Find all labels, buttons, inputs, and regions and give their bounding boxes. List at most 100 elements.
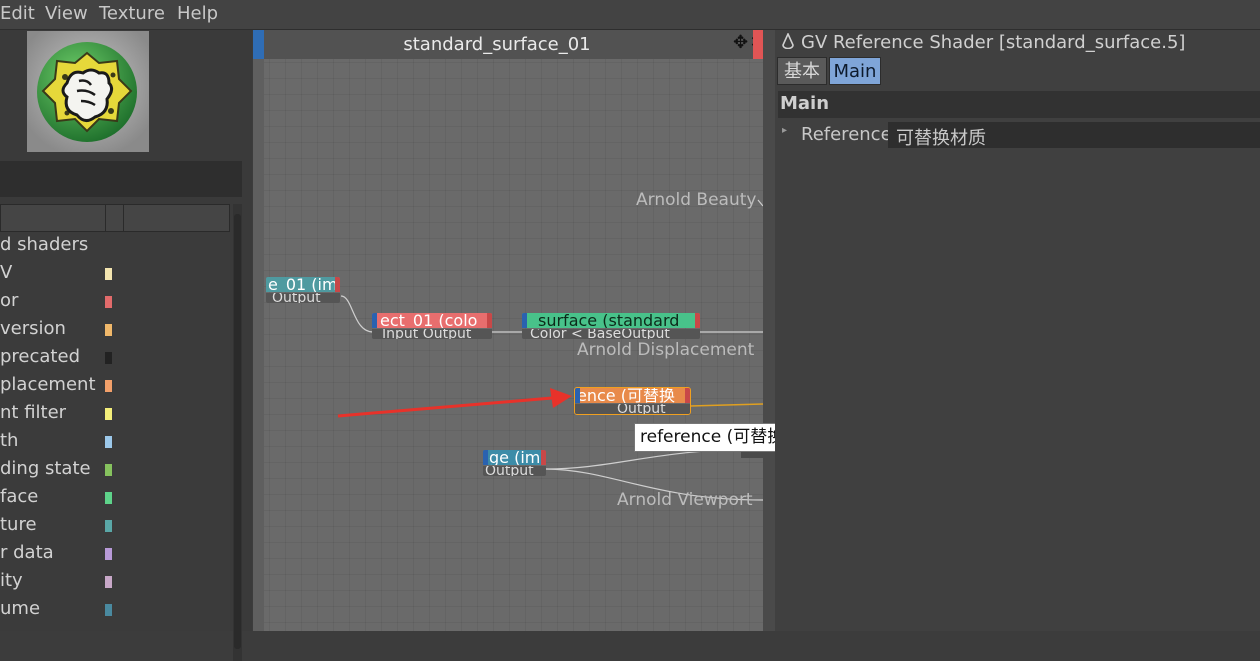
category-color-swatch — [105, 436, 112, 448]
filter-bar[interactable] — [0, 161, 242, 197]
node-port-label: Output — [266, 293, 340, 303]
shader-category-item[interactable]: d shaders — [0, 232, 230, 260]
list-header — [0, 204, 230, 232]
reference-label: Reference — [801, 124, 892, 145]
reference-node[interactable]: ence (可替换 Output — [574, 387, 691, 415]
shader-category-label: face — [0, 486, 39, 507]
shader-category-label: r data — [0, 542, 54, 563]
node-port-label: Output — [575, 404, 690, 414]
node-input-port[interactable] — [372, 313, 377, 328]
node-output-port[interactable] — [335, 277, 340, 292]
shader-category-item[interactable]: ity — [0, 568, 230, 596]
main-section-title: Main — [780, 93, 830, 114]
node-title: _surface (standard — [522, 313, 700, 328]
annotation-arrow-icon — [337, 388, 572, 418]
shader-category-label: V — [0, 262, 13, 283]
shader-category-item[interactable]: face — [0, 484, 230, 512]
editor-title: standard_surface_01 — [403, 34, 591, 55]
node-editor[interactable]: standard_surface_01 ✥⇕ Arnold Beauty Arn… — [253, 30, 763, 631]
node-port-label: Output — [483, 466, 546, 476]
attribute-title: GV Reference Shader [standard_surface.5] — [781, 32, 1185, 53]
main-section-header[interactable]: Main — [778, 91, 1260, 118]
shader-category-label: ture — [0, 514, 37, 535]
category-color-swatch — [105, 268, 112, 280]
shader-category-list: d shaders Vor version precated placement nt f… — [0, 232, 230, 631]
shader-category-item[interactable]: ding state — [0, 456, 230, 484]
node-output-port[interactable] — [685, 388, 690, 403]
attribute-manager: GV Reference Shader [standard_surface.5]… — [775, 30, 1260, 631]
node-output-port[interactable] — [695, 313, 700, 328]
shader-category-label: version — [0, 318, 66, 339]
node-input-port[interactable] — [483, 450, 488, 465]
shader-category-item[interactable]: th — [0, 428, 230, 456]
category-color-swatch — [105, 464, 112, 476]
rect-node[interactable]: ect_01 (colo Input Output — [372, 313, 492, 339]
category-color-swatch — [105, 324, 112, 336]
editor-gutter — [253, 59, 264, 631]
expand-arrow-icon[interactable]: ▸ — [782, 125, 787, 136]
arnold-icon — [782, 32, 794, 50]
editor-right-strip — [753, 30, 763, 59]
category-color-swatch — [105, 576, 112, 588]
shader-category-label: th — [0, 430, 19, 451]
category-color-swatch — [105, 352, 112, 364]
node-title: ence (可替换 — [575, 388, 690, 403]
shader-category-item[interactable]: ture — [0, 512, 230, 540]
category-color-swatch — [105, 296, 112, 308]
category-color-swatch — [105, 604, 112, 616]
category-color-swatch — [105, 492, 112, 504]
reference-field[interactable]: 可替换材质 — [888, 122, 1260, 149]
category-color-swatch — [105, 548, 112, 560]
shader-category-label: d shaders — [0, 234, 89, 255]
node-output-port[interactable] — [541, 450, 546, 465]
shader-category-item[interactable]: nt filter — [0, 400, 230, 428]
shader-category-label: or — [0, 290, 19, 311]
tab-basic[interactable]: 基本 — [777, 57, 827, 85]
shader-category-item[interactable]: V — [0, 260, 230, 288]
menu-help[interactable]: Help — [177, 3, 218, 24]
shader-category-label: ding state — [0, 458, 91, 479]
menu-view[interactable]: View — [45, 3, 88, 24]
shader-category-label: precated — [0, 346, 80, 367]
attribute-title-text: GV Reference Shader [standard_surface.5] — [801, 32, 1186, 53]
reference-value: 可替换材质 — [896, 128, 986, 149]
shader-category-label: ity — [0, 570, 23, 591]
output-arnold-beauty: Arnold Beauty — [636, 190, 757, 210]
category-color-swatch — [105, 380, 112, 392]
shader-category-item[interactable]: placement — [0, 372, 230, 400]
node-title: ge (im — [483, 450, 546, 465]
node-port-label: Input Output — [372, 329, 492, 339]
shader-category-label: nt filter — [0, 402, 67, 423]
editor-left-strip — [253, 30, 264, 59]
tab-main[interactable]: Main — [829, 57, 881, 85]
scrollbar-thumb[interactable] — [234, 214, 241, 649]
editor-title-bar: standard_surface_01 — [253, 30, 763, 59]
node-input-port[interactable] — [522, 313, 527, 328]
fist-ball-icon — [27, 31, 149, 152]
list-scrollbar[interactable] — [233, 204, 242, 661]
shader-category-label: ume — [0, 598, 41, 619]
menu-bar: Edit View Texture Help — [0, 0, 1260, 30]
shader-category-item[interactable]: or — [0, 288, 230, 316]
category-color-swatch — [105, 408, 112, 420]
node-output-port[interactable] — [487, 313, 492, 328]
shader-category-label: placement — [0, 374, 96, 395]
shader-category-item[interactable]: version — [0, 316, 230, 344]
menu-edit[interactable]: Edit — [0, 3, 35, 24]
material-preview[interactable] — [27, 31, 149, 152]
image-node-left[interactable]: e_01 (im Output — [266, 277, 340, 303]
node-port-label: Color < BaseOutput — [522, 329, 700, 339]
image-node-bottom[interactable]: ge (im Output — [483, 450, 546, 476]
category-color-swatch — [105, 520, 112, 532]
node-title: ect_01 (colo — [372, 313, 492, 328]
standard-surface-node[interactable]: _surface (standard Color < BaseOutput — [522, 313, 700, 339]
output-arnold-viewport: Arnold Viewport — [617, 490, 753, 510]
shader-category-item[interactable]: r data — [0, 540, 230, 568]
material-browser-panel: d shaders Vor version precated placement nt f… — [0, 30, 252, 661]
shader-category-item[interactable]: precated — [0, 344, 230, 372]
menu-texture[interactable]: Texture — [99, 3, 165, 24]
output-arnold-displacement: Arnold Displacement — [577, 340, 755, 360]
shader-category-item[interactable]: ume — [0, 596, 230, 624]
panel-divider[interactable] — [763, 30, 775, 631]
node-title: e_01 (im — [266, 277, 340, 292]
